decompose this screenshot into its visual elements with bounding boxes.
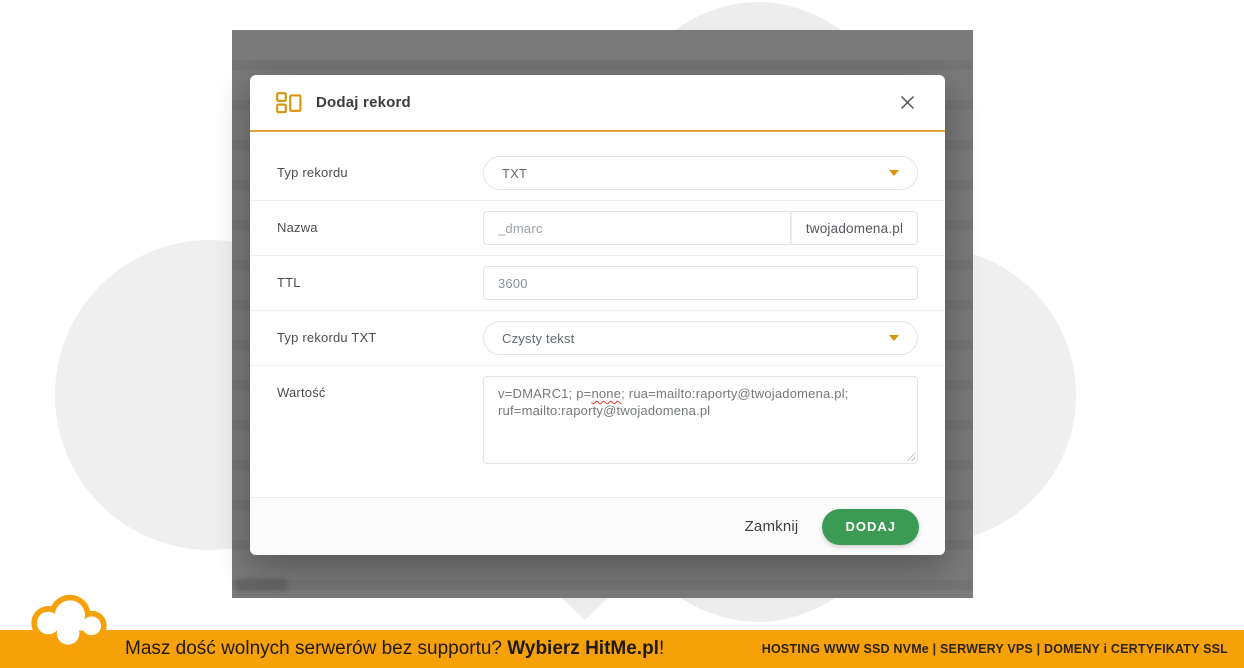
form-row-value: Wartość v=DMARC1; p=none; rua=mailto:rap… [250,365,945,492]
cancel-button[interactable]: Zamknij [745,518,799,535]
chevron-down-icon [889,335,899,341]
ad-cta: Wybierz HitMe.pl [507,638,659,660]
modal-title: Dodaj rekord [316,94,411,111]
close-icon [900,95,915,110]
form-row-name: Nazwa twojadomena.pl [250,200,945,255]
cloud-logo-icon [20,594,118,652]
speech-bubble-tail [562,598,608,620]
record-type-label: Typ rekordu [277,156,483,180]
modal-footer: Zamknij DODAJ [250,497,945,555]
dimmed-page-content [235,578,287,592]
ad-slogan: Masz dość wolnych serwerów bez supportu?… [125,630,664,668]
value-textarea[interactable]: v=DMARC1; p=none; rua=mailto:raporty@two… [483,376,918,464]
ad-question: Masz dość wolnych serwerów bez supportu? [125,638,507,660]
ad-cta-suffix: ! [659,638,664,660]
value-text-part1: v=DMARC1; p= [498,386,591,401]
txt-type-label: Typ rekordu TXT [277,321,483,345]
domain-suffix: twojadomena.pl [791,211,918,245]
resize-handle[interactable] [906,452,915,461]
chevron-down-icon [889,170,899,176]
record-type-value: TXT [502,166,527,181]
ad-banner[interactable]: Masz dość wolnych serwerów bez supportu?… [0,630,1244,668]
txt-type-value: Czysty tekst [502,331,574,346]
form-row-record-type: Typ rekordu TXT [250,146,945,200]
modal-body: Typ rekordu TXT Nazwa twojadomena.pl TTL… [250,132,945,497]
ad-services-list: HOSTING WWW SSD NVMe | SERWERY VPS | DOM… [762,630,1228,668]
add-record-modal: Dodaj rekord Typ rekordu TXT Nazwa twoja… [250,75,945,555]
close-button[interactable] [895,91,919,115]
ttl-input[interactable] [483,266,918,300]
records-icon [276,92,302,114]
name-input[interactable] [483,211,791,245]
modal-header: Dodaj rekord [250,75,945,132]
name-label: Nazwa [277,211,483,235]
form-row-ttl: TTL [250,255,945,310]
ttl-label: TTL [277,266,483,290]
submit-button[interactable]: DODAJ [822,509,919,545]
record-type-select[interactable]: TXT [483,156,918,190]
txt-type-select[interactable]: Czysty tekst [483,321,918,355]
value-text-misspelled: none [591,386,621,401]
value-label: Wartość [277,376,483,400]
form-row-txt-type: Typ rekordu TXT Czysty tekst [250,310,945,365]
